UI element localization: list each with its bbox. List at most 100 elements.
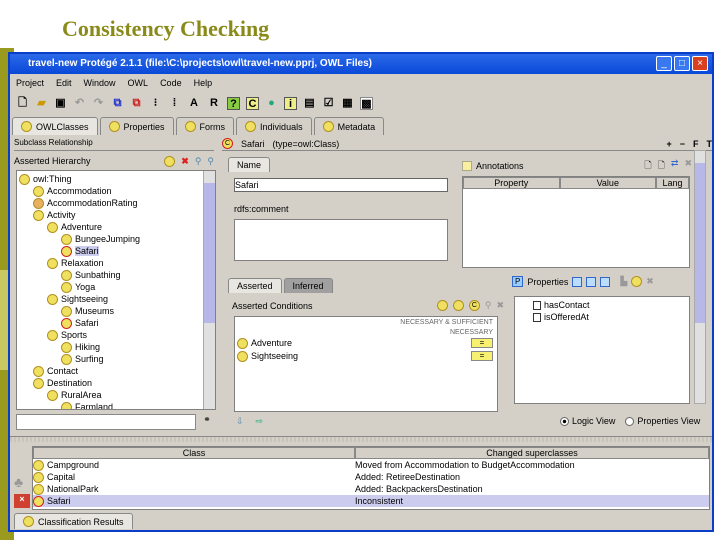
view-radio-0[interactable]: Logic View [560,416,615,426]
tree-item[interactable]: Activity [33,209,76,221]
tree-item[interactable]: Sunbathing [61,269,121,281]
delete-condition-icon[interactable]: ✖ [496,300,504,311]
delete-annotation-icon[interactable]: ✖ [684,158,692,174]
condition-row[interactable]: Adventure = [235,337,497,349]
menu-owl[interactable]: OWL [128,78,149,88]
tree-item[interactable]: Accommodation [33,185,112,197]
add-annotation-icon[interactable]: 🗋 [644,158,651,174]
tree-item[interactable]: Safari [61,245,99,257]
equivalence-button[interactable]: = [471,351,493,361]
tab-properties[interactable]: Properties [99,117,174,135]
grid-icon[interactable]: ▦ [341,97,354,110]
find-icon[interactable]: ⚲ [195,156,202,167]
tree-item[interactable]: Farmland [61,401,113,409]
column-header[interactable]: Class [33,447,355,459]
tab-forms[interactable]: Forms [175,117,235,135]
delete-icon[interactable]: ⧉ [130,97,143,110]
tab-owlclasses[interactable]: OWLClasses [12,117,98,135]
result-row[interactable]: Safari Inconsistent [33,495,709,507]
class-search-input[interactable] [16,414,196,430]
header-control-button[interactable]: F [693,139,699,149]
radio-icon[interactable] [560,416,569,426]
check-icon[interactable]: ? [227,96,240,110]
save-project-icon[interactable]: ▣ [54,97,67,110]
tree-item[interactable]: AccommodationRating [33,197,138,209]
column-header[interactable]: Value [559,177,657,189]
result-row[interactable]: Campground Moved from Accommodation to Bu… [33,459,709,471]
menu-project[interactable]: Project [16,78,44,88]
tree-item[interactable]: Sightseeing [47,293,108,305]
results-error-icon[interactable]: × [14,494,30,508]
tree-item[interactable]: RuralArea [47,389,102,401]
tree-item[interactable]: Contact [33,365,78,377]
tree-item[interactable]: Safari [61,317,99,329]
column-header[interactable]: Changed superclasses [355,447,709,459]
add-property-icon[interactable] [600,276,611,287]
display-icon[interactable]: ▩ [360,96,373,110]
result-row[interactable]: Capital Added: RetireeDestination [33,471,709,483]
a-button[interactable]: A [187,97,201,110]
checkbox-icon[interactable]: ☑ [322,97,335,110]
menu-help[interactable]: Help [194,78,213,88]
splitter[interactable] [10,436,712,442]
tree-scroll-thumb[interactable] [204,183,215,323]
tree-item[interactable]: Surfing [61,353,104,365]
document-icon[interactable]: ▤ [303,97,316,110]
tab-inferred[interactable]: Inferred [283,278,333,293]
binoculars-search-icon[interactable]: ⚭ [198,414,216,430]
result-row[interactable]: NationalPark Added: BackpackersDestinatio… [33,483,709,495]
classify-icon[interactable]: C [246,96,259,110]
add-object-property-icon[interactable] [586,276,597,287]
search-condition-icon[interactable]: ⚲ [485,300,492,311]
tree-item[interactable]: Sports [47,329,87,341]
tree-scrollbar[interactable] [203,171,215,409]
redo-icon[interactable]: ↷ [92,97,105,110]
column-header[interactable]: Lang [656,177,689,189]
new-project-icon[interactable]: 🗋 [16,97,29,110]
menu-code[interactable]: Code [160,78,182,88]
menu-window[interactable]: Window [84,78,116,88]
property-item[interactable]: isOfferedAt [533,311,689,323]
column-header[interactable]: Property [463,177,560,189]
tree-item[interactable]: Hiking [61,341,100,353]
undo-icon[interactable]: ↶ [73,97,86,110]
equivalence-button[interactable]: = [471,338,493,348]
right-scroll-thumb[interactable] [695,163,705,323]
tree-item[interactable]: BungeeJumping [61,233,140,245]
name-tab[interactable]: Name [228,157,271,172]
add-named-class-icon[interactable]: C [468,300,480,311]
condition-row[interactable]: Sightseeing = [235,350,497,362]
r-button[interactable]: R [207,97,221,110]
right-scrollbar[interactable] [694,150,706,404]
create-condition-icon[interactable] [436,300,448,311]
add-datatype-annotation-icon[interactable]: 🗋 [658,158,665,174]
close-button[interactable]: × [692,56,708,71]
header-control-button[interactable]: − [680,139,685,149]
cut-icon[interactable]: ⧉ [111,97,124,110]
remove-property-icon[interactable]: ▙ [620,276,627,287]
open-project-icon[interactable]: ▰ [35,97,48,110]
tree-item[interactable]: Adventure [47,221,102,233]
property-item[interactable]: hasContact [533,299,689,311]
import-icon[interactable]: ⇨ [256,416,264,427]
create-restriction-icon[interactable] [452,300,464,311]
tree-item[interactable]: Relaxation [47,257,104,269]
classification-results-tab[interactable]: Classification Results [14,513,133,529]
tab-asserted[interactable]: Asserted [228,278,282,293]
header-control-button[interactable]: T [707,139,713,149]
tree-item[interactable]: Destination [33,377,92,389]
globe-icon[interactable]: ● [265,97,278,110]
tree-item[interactable]: owl:Thing [19,173,72,185]
inferred-icon[interactable]: i [284,96,297,110]
delete-property-icon[interactable]: ✖ [646,276,654,287]
header-control-button[interactable]: + [666,139,671,149]
maximize-button[interactable]: □ [674,56,690,71]
find-next-icon[interactable]: ⚲ [207,156,214,167]
paste-icon[interactable]: ⁞ [168,97,181,110]
add-datatype-property-icon[interactable] [572,276,583,287]
copy-icon[interactable]: ⁝ [149,97,162,110]
tab-metadata[interactable]: Metadata [313,117,385,135]
view-radio-1[interactable]: Properties View [625,416,700,426]
radio-icon[interactable] [625,416,635,426]
minimize-button[interactable]: _ [656,56,672,71]
